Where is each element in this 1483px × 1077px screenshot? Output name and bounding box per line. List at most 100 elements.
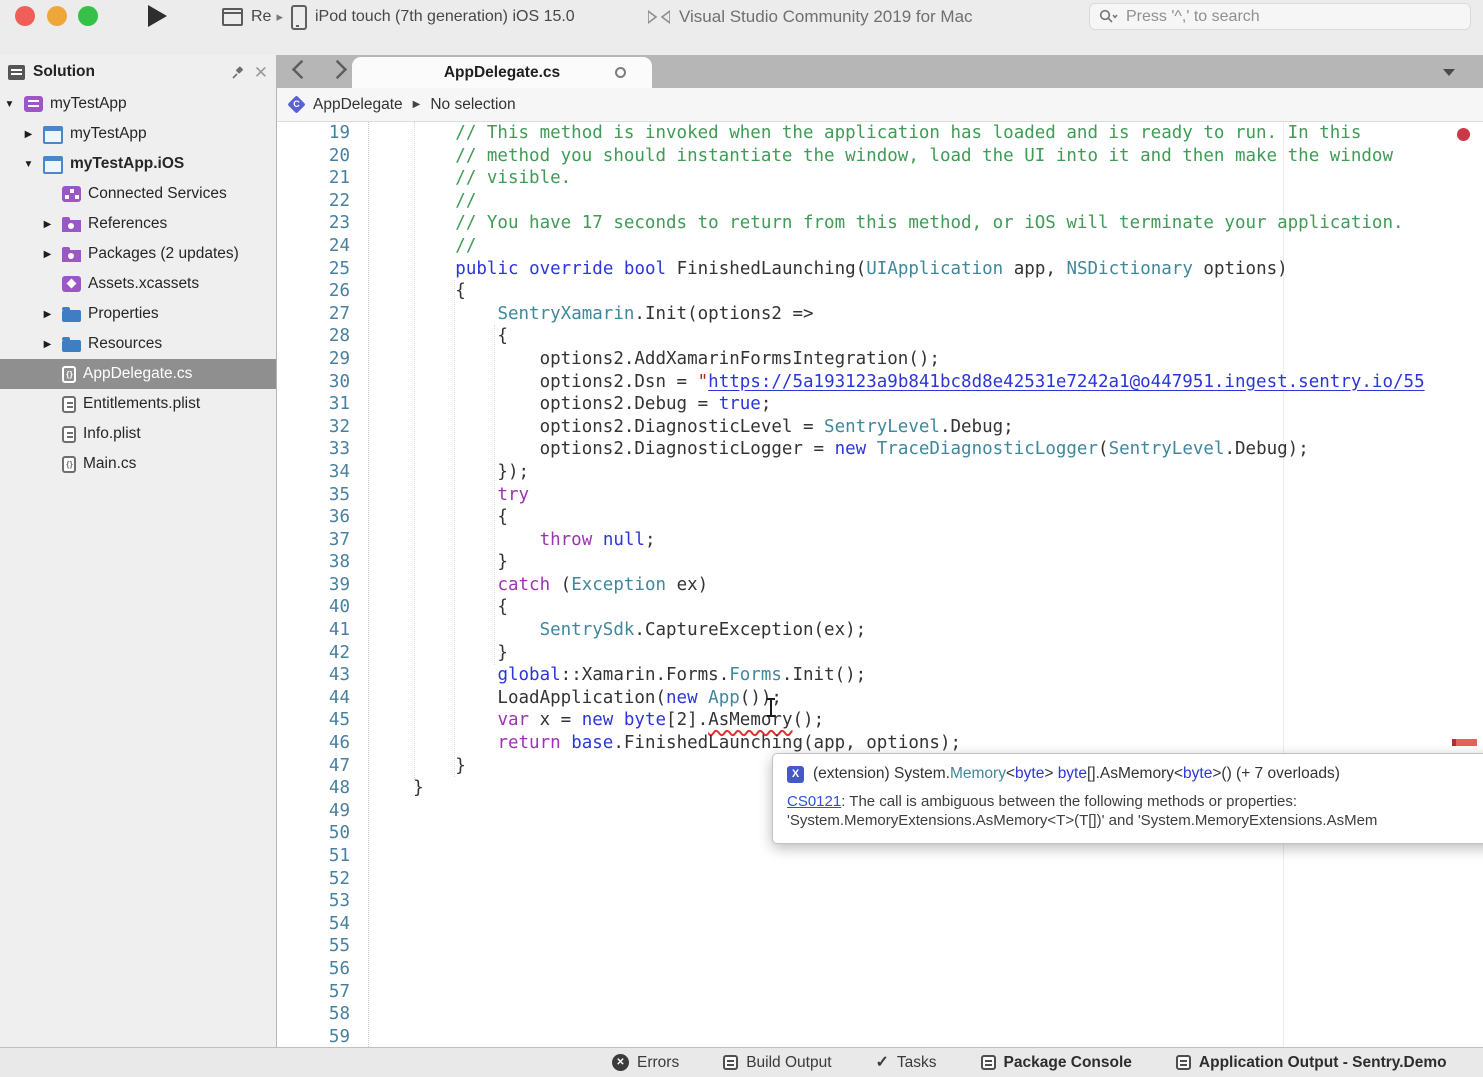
- sidebar-item-appdelegate-cs[interactable]: AppDelegate.cs: [0, 359, 276, 389]
- code-line[interactable]: 25 public override bool FinishedLaunchin…: [283, 258, 1483, 281]
- line-number: 47: [283, 755, 350, 778]
- pad-button-build-output[interactable]: Build Output: [723, 1054, 831, 1072]
- code-line[interactable]: 58: [283, 1003, 1483, 1026]
- titlebar: Re ▸ iPod touch (7th generation) iOS 15.…: [0, 0, 1483, 56]
- sidebar-item-mytestapp[interactable]: ▶myTestApp: [0, 119, 276, 149]
- code-text: options2.Debug = true;: [350, 393, 771, 416]
- code-line[interactable]: 38 }: [283, 551, 1483, 574]
- code-line[interactable]: 27 SentryXamarin.Init(options2 =>: [283, 303, 1483, 326]
- code-text: var x = new byte[2].AsMemory();: [350, 709, 824, 732]
- sidebar-item-resources[interactable]: ▶Resources: [0, 329, 276, 359]
- code-line[interactable]: 31 options2.Debug = true;: [283, 393, 1483, 416]
- code-editor[interactable]: 19 // This method is invoked when the ap…: [283, 122, 1483, 1047]
- error-underlined-token[interactable]: AsMemory: [708, 710, 792, 730]
- pad-button-application-output-sentry-demo[interactable]: Application Output - Sentry.Demo: [1176, 1054, 1447, 1072]
- code-line[interactable]: 59: [283, 1026, 1483, 1047]
- breadcrumb-selection[interactable]: No selection: [430, 96, 515, 114]
- code-line[interactable]: 40 {: [283, 596, 1483, 619]
- expander-right-icon[interactable]: ▶: [40, 219, 55, 230]
- search-input[interactable]: Press '^,' to search: [1089, 3, 1471, 30]
- code-text: [350, 1003, 371, 1026]
- expander-right-icon[interactable]: ▶: [40, 309, 55, 320]
- tab-list-dropdown-icon[interactable]: [1443, 69, 1455, 76]
- code-line[interactable]: 39 catch (Exception ex): [283, 574, 1483, 597]
- line-number: 23: [283, 212, 350, 235]
- sidebar-item-entitlements-plist[interactable]: Entitlements.plist: [0, 389, 276, 419]
- code-line[interactable]: 52: [283, 868, 1483, 891]
- error-code-link[interactable]: CS0121: [787, 793, 841, 810]
- code-line[interactable]: 56: [283, 958, 1483, 981]
- sidebar-item-label: myTestApp: [50, 95, 127, 113]
- code-line[interactable]: 36 {: [283, 506, 1483, 529]
- code-line[interactable]: 41 SentrySdk.CaptureException(ex);: [283, 619, 1483, 642]
- sidebar-item-properties[interactable]: ▶Properties: [0, 299, 276, 329]
- minimize-window-button[interactable]: [47, 6, 67, 26]
- code-line[interactable]: 20 // method you should instantiate the …: [283, 145, 1483, 168]
- code-line[interactable]: 32 options2.DiagnosticLevel = SentryLeve…: [283, 416, 1483, 439]
- device-icon: [291, 5, 307, 30]
- code-line[interactable]: 57: [283, 981, 1483, 1004]
- line-number: 48: [283, 777, 350, 800]
- code-line[interactable]: 46 return base.FinishedLaunching(app, op…: [283, 732, 1483, 755]
- tab-modified-icon[interactable]: [615, 67, 626, 78]
- expander-right-icon[interactable]: ▶: [40, 339, 55, 350]
- code-line[interactable]: 33 options2.DiagnosticLogger = new Trace…: [283, 438, 1483, 461]
- tab-appdelegate[interactable]: AppDelegate.cs: [352, 57, 652, 88]
- code-line[interactable]: 37 throw null;: [283, 529, 1483, 552]
- sidebar-item-info-plist[interactable]: Info.plist: [0, 419, 276, 449]
- scrollbar-error-marker[interactable]: [1452, 739, 1477, 746]
- code-line[interactable]: 24 //: [283, 235, 1483, 258]
- code-line[interactable]: 42 }: [283, 642, 1483, 665]
- code-line[interactable]: 51: [283, 845, 1483, 868]
- expander-right-icon[interactable]: ▶: [21, 129, 36, 140]
- code-line[interactable]: 29 options2.AddXamarinFormsIntegration()…: [283, 348, 1483, 371]
- sidebar-item-mytestapp-ios[interactable]: ▼myTestApp.iOS: [0, 149, 276, 179]
- navigate-forward-button[interactable]: [328, 60, 347, 79]
- run-button[interactable]: [148, 5, 167, 27]
- run-configuration-selector[interactable]: Re ▸ iPod touch (7th generation) iOS 15.…: [222, 3, 575, 31]
- code-text: // You have 17 seconds to return from th…: [350, 212, 1404, 235]
- breadcrumb-class[interactable]: AppDelegate: [313, 96, 403, 114]
- pad-button-package-console[interactable]: Package Console: [981, 1054, 1132, 1072]
- code-line[interactable]: 23 // You have 17 seconds to return from…: [283, 212, 1483, 235]
- pad-button-label: Application Output - Sentry.Demo: [1199, 1054, 1447, 1072]
- line-number: 34: [283, 461, 350, 484]
- code-line[interactable]: 30 options2.Dsn = "https://5a193123a9b84…: [283, 371, 1483, 394]
- expander-right-icon[interactable]: ▶: [40, 249, 55, 260]
- sidebar-item-packages-2-updates-[interactable]: ▶Packages (2 updates): [0, 239, 276, 269]
- code-line[interactable]: 45 var x = new byte[2].AsMemory();: [283, 709, 1483, 732]
- sidebar-item-main-cs[interactable]: Main.cs: [0, 449, 276, 479]
- services-icon: [62, 186, 81, 202]
- code-line[interactable]: 44 LoadApplication(new App());: [283, 687, 1483, 710]
- sidebar-item-mytestapp[interactable]: ▼ myTestApp: [0, 89, 276, 119]
- line-number: 52: [283, 868, 350, 891]
- sidebar-item-label: References: [88, 215, 167, 233]
- code-line[interactable]: 22 //: [283, 190, 1483, 213]
- code-line[interactable]: 53: [283, 890, 1483, 913]
- close-window-button[interactable]: [15, 6, 35, 26]
- file-error-indicator-icon[interactable]: [1457, 128, 1470, 141]
- navigate-back-button[interactable]: [292, 60, 311, 79]
- solution-icon: [24, 96, 43, 112]
- expander-down-icon[interactable]: ▼: [21, 159, 36, 170]
- code-line[interactable]: 55: [283, 935, 1483, 958]
- code-line[interactable]: 35 try: [283, 484, 1483, 507]
- close-pad-icon[interactable]: ✕: [254, 64, 268, 81]
- code-line[interactable]: 28 {: [283, 325, 1483, 348]
- code-line[interactable]: 54: [283, 913, 1483, 936]
- expander-down-icon[interactable]: ▼: [2, 99, 17, 110]
- code-line[interactable]: 26 {: [283, 280, 1483, 303]
- maximize-window-button[interactable]: [78, 6, 98, 26]
- pad-button-tasks[interactable]: ✓Tasks: [876, 1054, 937, 1072]
- code-text: // method you should instantiate the win…: [350, 145, 1393, 168]
- dsn-url-link[interactable]: https://5a193123a9b841bc8d8e42531e7242a1…: [708, 372, 1424, 392]
- code-line[interactable]: 34 });: [283, 461, 1483, 484]
- sidebar-item-connected-services[interactable]: Connected Services: [0, 179, 276, 209]
- pad-button-errors[interactable]: ✕Errors: [612, 1054, 679, 1072]
- pin-icon[interactable]: [231, 65, 246, 80]
- sidebar-item-assets-xcassets[interactable]: Assets.xcassets: [0, 269, 276, 299]
- code-line[interactable]: 21 // visible.: [283, 167, 1483, 190]
- code-line[interactable]: 19 // This method is invoked when the ap…: [283, 122, 1483, 145]
- sidebar-item-references[interactable]: ▶ References: [0, 209, 276, 239]
- code-line[interactable]: 43 global::Xamarin.Forms.Forms.Init();: [283, 664, 1483, 687]
